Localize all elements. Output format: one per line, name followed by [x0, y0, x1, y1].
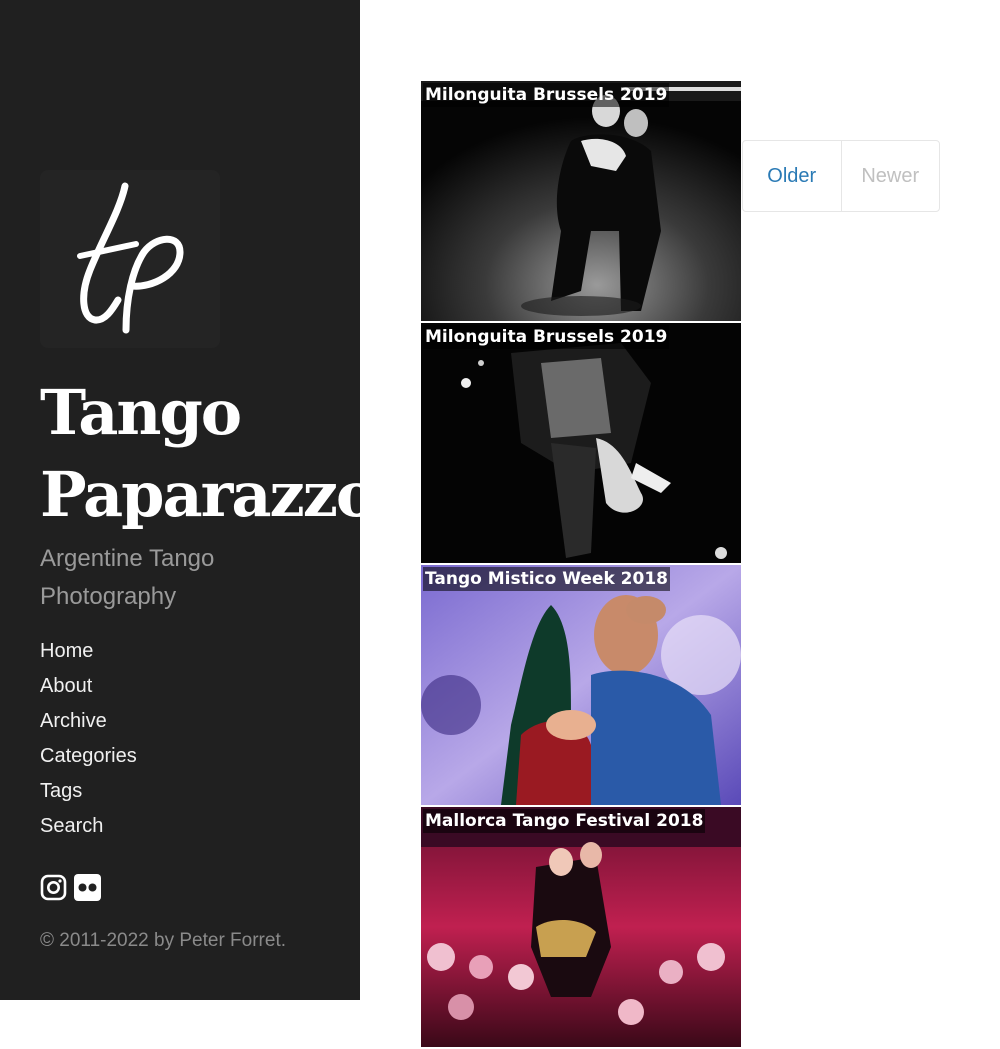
newer-posts-button: Newer: [861, 165, 920, 187]
post-title[interactable]: Milonguita Brussels 2019: [423, 325, 670, 349]
copyright-text: © 2011-2022 by Peter Forret.: [40, 930, 286, 951]
nav-item-search[interactable]: Search: [40, 809, 137, 844]
post-title[interactable]: Tango Mistico Week 2018: [423, 567, 670, 591]
nav-item-tags[interactable]: Tags: [40, 774, 137, 809]
nav-item-categories[interactable]: Categories: [40, 739, 137, 774]
post-list: Milonguita Brussels 2019 Milonguita Brus…: [421, 81, 741, 1049]
pagination: Older Newer: [742, 140, 940, 212]
post-title[interactable]: Mallorca Tango Festival 2018: [423, 809, 706, 833]
post-card[interactable]: Milonguita Brussels 2019: [421, 323, 741, 563]
site-title[interactable]: Tango Paparazzo: [40, 372, 377, 536]
post-card[interactable]: Mallorca Tango Festival 2018: [421, 807, 741, 1047]
nav-item-home[interactable]: Home: [40, 634, 137, 669]
nav-item-about[interactable]: About: [40, 669, 137, 704]
site-tagline: Argentine Tango Photography: [40, 545, 215, 610]
post-photo: [421, 807, 741, 1047]
nav-item-archive[interactable]: Archive: [40, 704, 137, 739]
site-logo[interactable]: [40, 170, 220, 348]
sidebar: Tango Paparazzo Argentine Tango Photogra…: [0, 0, 377, 1000]
instagram-icon[interactable]: [40, 874, 67, 901]
post-photo: [421, 81, 741, 321]
post-title[interactable]: Milonguita Brussels 2019: [423, 83, 670, 107]
post-photo: [421, 565, 741, 805]
tp-monogram-icon: [77, 182, 184, 334]
flickr-icon[interactable]: [74, 874, 101, 901]
post-card[interactable]: Milonguita Brussels 2019: [421, 81, 741, 321]
post-photo: [421, 323, 741, 563]
site-title-line1: Tango: [40, 376, 242, 449]
older-posts-button[interactable]: Older: [743, 141, 842, 211]
site-title-line2: Paparazzo: [40, 458, 377, 531]
post-card[interactable]: Tango Mistico Week 2018: [421, 565, 741, 805]
main-nav: Home About Archive Categories Tags Searc…: [40, 634, 137, 844]
